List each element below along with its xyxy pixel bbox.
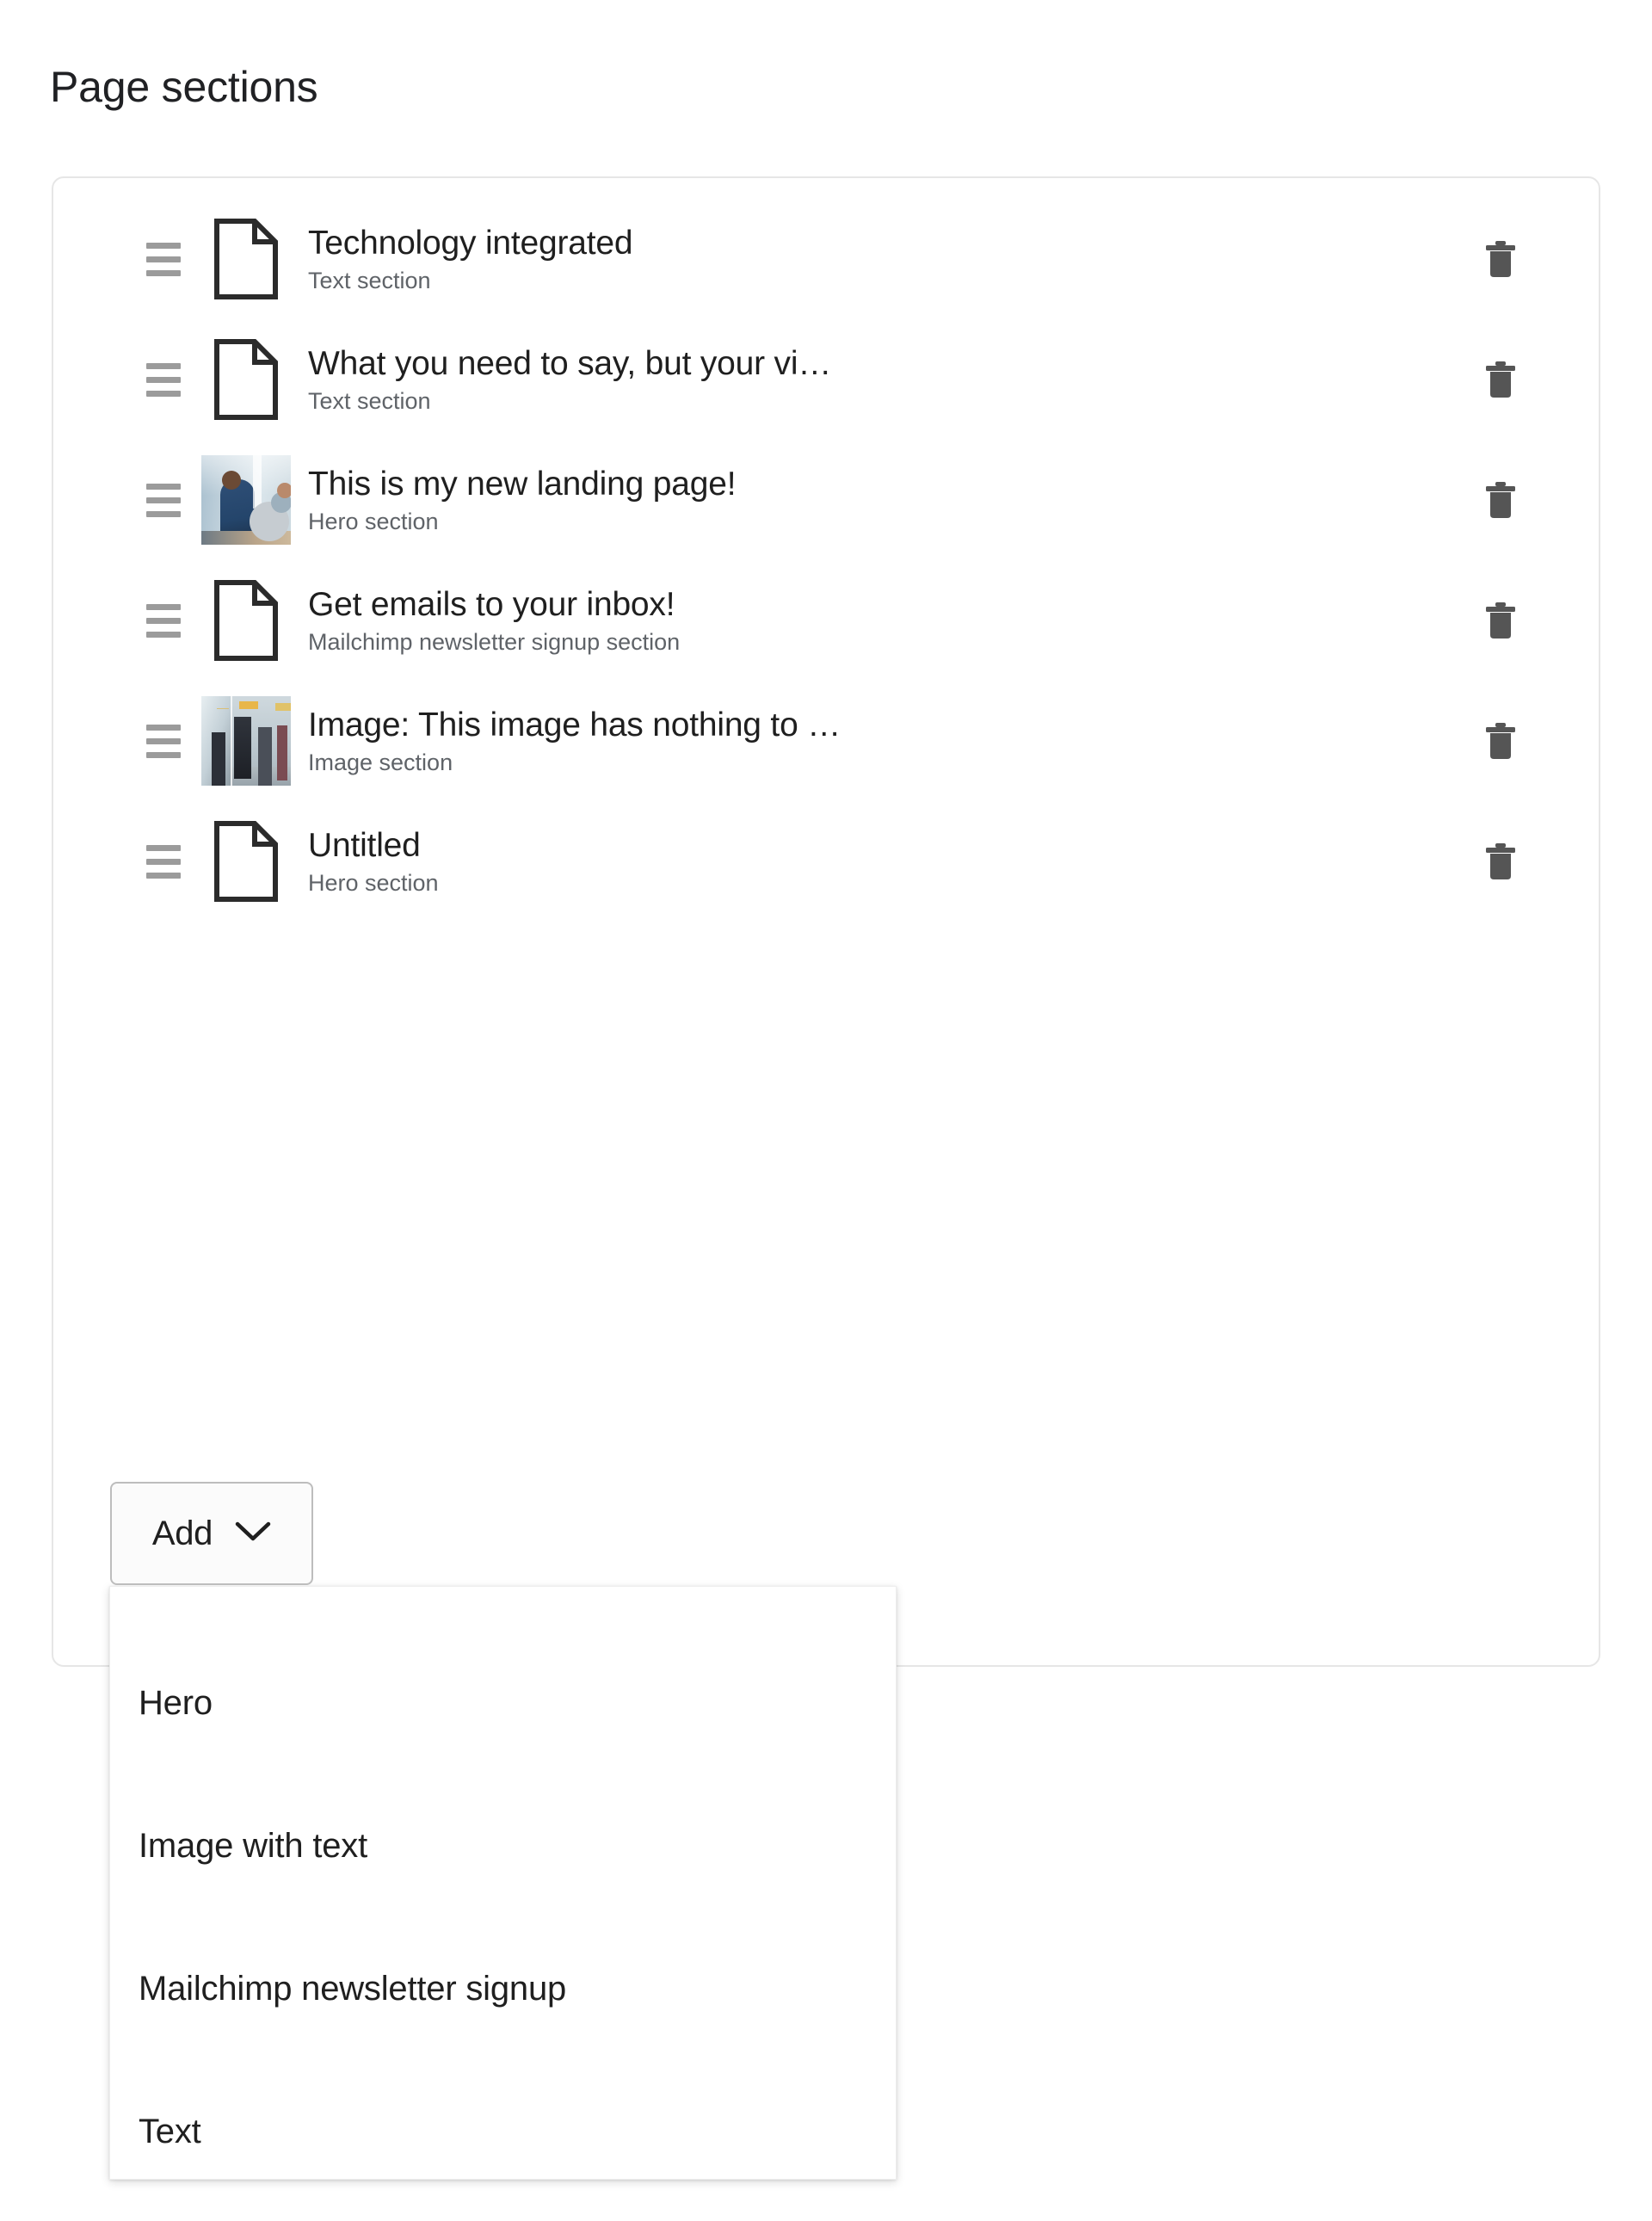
document-icon bbox=[200, 333, 293, 426]
section-title: Untitled bbox=[308, 826, 421, 864]
menu-item-image-with-text[interactable]: Image with text bbox=[110, 1774, 896, 1917]
menu-item-mailchimp-newsletter-signup[interactable]: Mailchimp newsletter signup bbox=[110, 1917, 896, 2060]
drag-handle-icon[interactable] bbox=[146, 483, 191, 517]
section-text: Get emails to your inbox! Mailchimp news… bbox=[308, 584, 1449, 657]
section-subtitle: Hero section bbox=[308, 508, 439, 534]
table-row[interactable]: Untitled Hero section bbox=[53, 805, 1599, 918]
menu-item-text[interactable]: Text bbox=[110, 2060, 896, 2203]
table-row[interactable]: Get emails to your inbox! Mailchimp news… bbox=[53, 564, 1599, 677]
section-text: Untitled Hero section bbox=[308, 825, 1449, 898]
two-men-with-laptop-thumbnail bbox=[201, 455, 291, 545]
station-sign bbox=[239, 701, 258, 709]
section-subtitle: Text section bbox=[308, 387, 431, 414]
delete-section-button[interactable] bbox=[1449, 842, 1552, 881]
drag-handle-icon[interactable] bbox=[146, 242, 191, 276]
drag-handle-icon[interactable] bbox=[146, 362, 191, 397]
window-highlight bbox=[253, 455, 262, 509]
delete-section-button[interactable] bbox=[1449, 601, 1552, 640]
add-button-label: Add bbox=[151, 1515, 213, 1552]
drag-handle-icon[interactable] bbox=[146, 724, 191, 758]
section-subtitle: Mailchimp newsletter signup section bbox=[308, 628, 681, 655]
section-title: Image: This image has nothing to … bbox=[308, 706, 841, 743]
section-text: This is my new landing page! Hero sectio… bbox=[308, 464, 1449, 537]
section-thumbnail bbox=[200, 694, 293, 787]
drag-handle-icon[interactable] bbox=[146, 844, 191, 879]
table-row[interactable]: This is my new landing page! Hero sectio… bbox=[53, 443, 1599, 557]
floor-strip bbox=[201, 531, 291, 545]
document-icon bbox=[200, 815, 293, 908]
page-sections-card: Technology integrated Text section What … bbox=[52, 176, 1600, 1667]
section-subtitle: Text section bbox=[308, 267, 431, 293]
delete-section-button[interactable] bbox=[1449, 239, 1552, 279]
section-text: What you need to say, but your vi… Text … bbox=[308, 343, 1449, 416]
chevron-down-icon bbox=[235, 1521, 271, 1547]
add-section-menu: Hero Image with text Mailchimp newslette… bbox=[109, 1586, 897, 2180]
section-subtitle: Image section bbox=[308, 749, 453, 775]
section-text: Image: This image has nothing to … Image… bbox=[308, 705, 1449, 778]
train-platform-thumbnail bbox=[201, 696, 291, 786]
section-text: Technology integrated Text section bbox=[308, 223, 1449, 296]
section-title: This is my new landing page! bbox=[308, 465, 737, 503]
document-icon bbox=[200, 213, 293, 305]
delete-section-button[interactable] bbox=[1449, 480, 1552, 520]
table-row[interactable]: Technology integrated Text section bbox=[53, 202, 1599, 316]
delete-section-button[interactable] bbox=[1449, 721, 1552, 761]
add-section-button[interactable]: Add bbox=[110, 1482, 313, 1585]
document-icon bbox=[200, 574, 293, 667]
delete-section-button[interactable] bbox=[1449, 360, 1552, 399]
drag-handle-icon[interactable] bbox=[146, 603, 191, 638]
section-title: Get emails to your inbox! bbox=[308, 585, 675, 623]
table-row[interactable]: What you need to say, but your vi… Text … bbox=[53, 323, 1599, 436]
platform-floor bbox=[232, 767, 291, 786]
section-thumbnail bbox=[200, 453, 293, 546]
section-title: What you need to say, but your vi… bbox=[308, 344, 832, 382]
section-title: Technology integrated bbox=[308, 224, 633, 262]
section-subtitle: Hero section bbox=[308, 869, 439, 896]
page-title: Page sections bbox=[50, 63, 318, 111]
table-row[interactable]: Image: This image has nothing to … Image… bbox=[53, 684, 1599, 798]
menu-item-hero[interactable]: Hero bbox=[110, 1632, 896, 1774]
